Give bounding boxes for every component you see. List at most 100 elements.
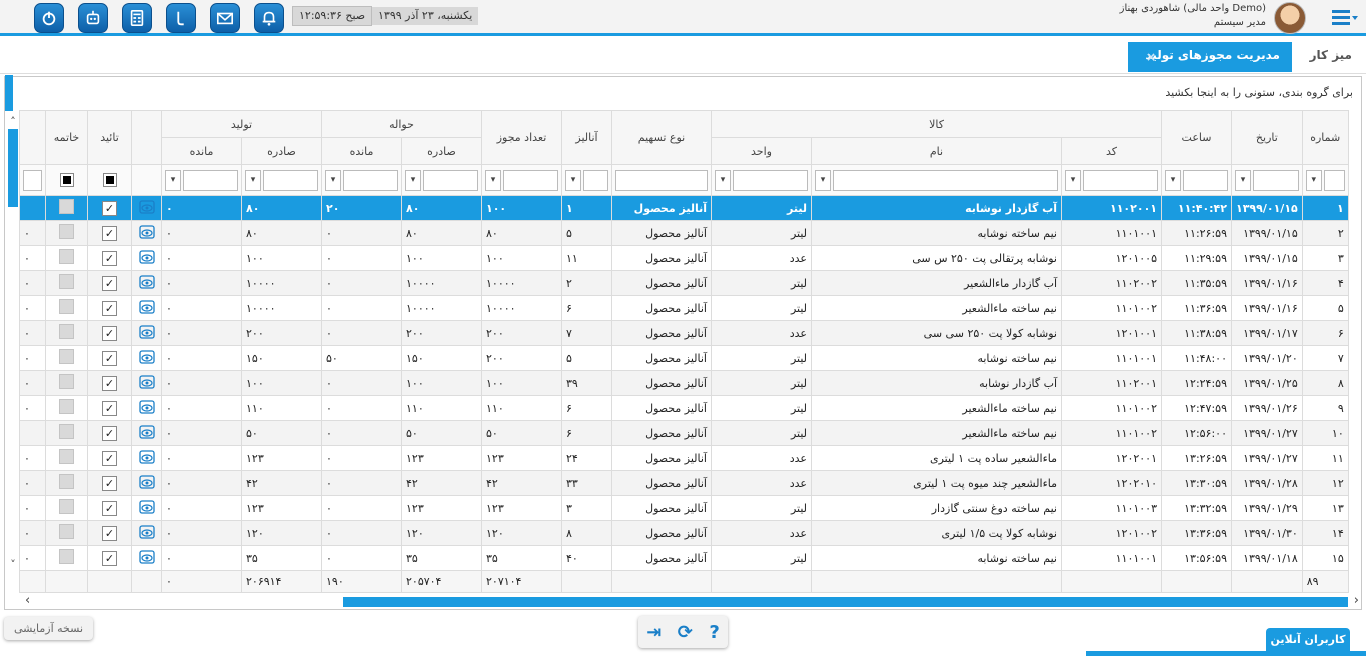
col-date[interactable]: تاریخ <box>1231 110 1303 165</box>
filter-input[interactable] <box>733 169 808 191</box>
approve-checkbox[interactable]: ✓ <box>102 475 117 491</box>
close-checkbox[interactable] <box>59 399 74 414</box>
close-checkbox[interactable] <box>59 349 74 364</box>
chevron-down-icon[interactable]: ▾ <box>815 169 831 191</box>
close-checkbox[interactable] <box>59 199 74 214</box>
table-row[interactable]: ۸ ۱۳۹۹/۰۱/۲۵ ۱۲:۲۴:۵۹ ۱۱۰۲۰۰۱ آب گازدار نوشا… <box>19 370 1349 396</box>
chevron-down-icon[interactable]: ▾ <box>485 169 501 191</box>
approve-checkbox[interactable]: ✓ <box>102 275 117 291</box>
col-time[interactable]: ساعت <box>1161 110 1232 165</box>
filter-input[interactable] <box>615 169 708 191</box>
close-checkbox[interactable] <box>59 299 74 314</box>
filter-input[interactable] <box>1253 169 1299 191</box>
close-checkbox[interactable] <box>59 274 74 289</box>
approve-checkbox[interactable]: ✓ <box>102 425 117 441</box>
view-details-icon[interactable] <box>138 274 155 292</box>
scroll-thumb[interactable] <box>8 129 18 207</box>
view-details-icon[interactable] <box>138 524 155 542</box>
view-details-icon[interactable] <box>138 299 155 317</box>
col-name[interactable]: نام <box>811 137 1062 165</box>
table-row[interactable]: ۷ ۱۳۹۹/۰۱/۲۰ ۱۱:۴۸:۰۰ ۱۱۰۱۰۰۱ نیم ساخته نوشا… <box>19 345 1349 371</box>
group-by-hint[interactable]: برای گروه بندی، ستونی را به اینجا بکشید <box>1165 86 1353 99</box>
approve-checkbox[interactable]: ✓ <box>102 300 117 316</box>
phone-icon[interactable] <box>166 3 196 33</box>
table-row[interactable]: ۱۰ ۱۳۹۹/۰۱/۲۷ ۱۲:۵۶:۰۰ ۱۱۰۱۰۰۲ نیم ساخته ماء… <box>19 420 1349 446</box>
close-checkbox[interactable] <box>59 249 74 264</box>
close-checkbox[interactable] <box>59 374 74 389</box>
col-code[interactable]: کد <box>1061 137 1162 165</box>
approve-checkbox[interactable]: ✓ <box>102 500 117 516</box>
tab-production-permits[interactable]: مدیریت مجوزهای تولید × <box>1128 42 1292 72</box>
table-row[interactable]: ۱۲ ۱۳۹۹/۰۱/۲۸ ۱۳:۳۰:۵۹ ۱۲۰۲۰۱۰ ماءالشعیر چند… <box>19 470 1349 496</box>
mail-icon[interactable] <box>210 3 240 33</box>
robot-icon[interactable] <box>78 3 108 33</box>
filter-checkbox[interactable] <box>59 173 74 187</box>
col-production-issued[interactable]: صادره <box>241 137 322 165</box>
close-checkbox[interactable] <box>59 549 74 564</box>
filter-input[interactable] <box>263 169 318 191</box>
vertical-scrollbar[interactable]: ˄ ˅ <box>6 115 20 571</box>
tab-desk[interactable]: میز کار <box>1310 48 1352 62</box>
close-icon[interactable]: × <box>1146 50 1156 64</box>
view-details-icon[interactable] <box>138 349 155 367</box>
col-approve[interactable]: تائید <box>87 110 132 165</box>
approve-checkbox[interactable]: ✓ <box>102 550 117 566</box>
chevron-down-icon[interactable]: ▾ <box>325 169 341 191</box>
approve-checkbox[interactable]: ✓ <box>102 525 117 541</box>
exit-icon[interactable]: ⇥ <box>646 622 661 643</box>
view-details-icon[interactable] <box>138 449 155 467</box>
bell-icon[interactable] <box>254 3 284 33</box>
approve-checkbox[interactable]: ✓ <box>102 400 117 416</box>
col-analysis[interactable]: آنالیز <box>561 110 612 165</box>
scroll-down-icon[interactable]: ˅ <box>6 558 20 571</box>
filter-input[interactable] <box>833 169 1058 191</box>
calculator-icon[interactable] <box>122 3 152 33</box>
close-checkbox[interactable] <box>59 524 74 539</box>
table-row[interactable]: ۹ ۱۳۹۹/۰۱/۲۶ ۱۲:۴۷:۵۹ ۱۱۰۱۰۰۲ نیم ساخته ماءا… <box>19 395 1349 421</box>
col-share-type[interactable]: نوع تسهیم <box>611 110 712 165</box>
table-row[interactable]: ۱۵ ۱۳۹۹/۰۱/۱۸ ۱۳:۵۶:۵۹ ۱۱۰۱۰۰۱ نیم ساخته نوش… <box>19 545 1349 571</box>
view-details-icon[interactable] <box>138 474 155 492</box>
filter-checkbox[interactable] <box>102 173 117 187</box>
chevron-down-icon[interactable]: ▾ <box>715 169 731 191</box>
close-checkbox[interactable] <box>59 224 74 239</box>
side-panel-handle[interactable] <box>5 75 13 111</box>
table-row[interactable]: ۱۱ ۱۳۹۹/۰۱/۲۷ ۱۳:۲۶:۵۹ ۱۲۰۲۰۰۱ ماءالشعیر ساد… <box>19 445 1349 471</box>
view-details-icon[interactable] <box>138 374 155 392</box>
close-checkbox[interactable] <box>59 424 74 439</box>
close-checkbox[interactable] <box>59 324 74 339</box>
filter-input[interactable] <box>583 169 608 191</box>
table-row[interactable]: ۴ ۱۳۹۹/۰۱/۱۶ ۱۱:۳۵:۵۹ ۱۱۰۲۰۰۲ آب گازدار ماءا… <box>19 270 1349 296</box>
filter-input[interactable] <box>183 169 238 191</box>
help-icon[interactable]: ? <box>709 622 719 643</box>
table-row[interactable]: ۲ ۱۳۹۹/۰۱/۱۵ ۱۱:۲۶:۵۹ ۱۱۰۱۰۰۱ نیم ساخته نوشا… <box>19 220 1349 246</box>
chevron-down-icon[interactable]: ▾ <box>1065 169 1081 191</box>
chevron-down-icon[interactable]: ▾ <box>1305 169 1322 191</box>
approve-checkbox[interactable]: ✓ <box>102 250 117 266</box>
table-row[interactable]: ۱ ۱۳۹۹/۰۱/۱۵ ۱۱:۴۰:۴۲ ۱۱۰۲۰۰۱ آب گازدار نوشا… <box>19 195 1349 221</box>
table-row[interactable]: ۱۳ ۱۳۹۹/۰۱/۲۹ ۱۳:۳۲:۵۹ ۱۱۰۱۰۰۳ نیم ساخته دوغ… <box>19 495 1349 521</box>
col-permit-count[interactable]: تعداد مجوز <box>481 110 562 165</box>
chevron-down-icon[interactable]: ▾ <box>405 169 421 191</box>
close-checkbox[interactable] <box>59 499 74 514</box>
scroll-up-icon[interactable]: ˄ <box>6 115 20 129</box>
view-details-icon[interactable] <box>138 249 155 267</box>
col-transfer-issued[interactable]: صادره <box>401 137 482 165</box>
chevron-down-icon[interactable]: ▾ <box>1235 169 1251 191</box>
view-details-icon[interactable] <box>138 199 155 217</box>
table-row[interactable]: ۱۴ ۱۳۹۹/۰۱/۳۰ ۱۳:۳۶:۵۹ ۱۲۰۱۰۰۲ نوشابه کولا پ… <box>19 520 1349 546</box>
close-checkbox[interactable] <box>59 449 74 464</box>
avatar[interactable] <box>1274 2 1306 34</box>
col-production-remaining[interactable]: مانده <box>161 137 242 165</box>
table-row[interactable]: ۳ ۱۳۹۹/۰۱/۱۵ ۱۱:۲۹:۵۹ ۱۲۰۱۰۰۵ نوشابه پرتقالی… <box>19 245 1349 271</box>
filter-input[interactable] <box>423 169 478 191</box>
chevron-down-icon[interactable]: ▾ <box>245 169 261 191</box>
approve-checkbox[interactable]: ✓ <box>102 450 117 466</box>
close-checkbox[interactable] <box>59 474 74 489</box>
col-transfer-remaining[interactable]: مانده <box>321 137 402 165</box>
approve-checkbox[interactable]: ✓ <box>102 200 117 216</box>
col-number[interactable]: شماره <box>1301 110 1349 165</box>
filter-input[interactable] <box>1083 169 1158 191</box>
refresh-icon[interactable]: ⟳ <box>678 622 693 643</box>
filter-input[interactable] <box>503 169 558 191</box>
